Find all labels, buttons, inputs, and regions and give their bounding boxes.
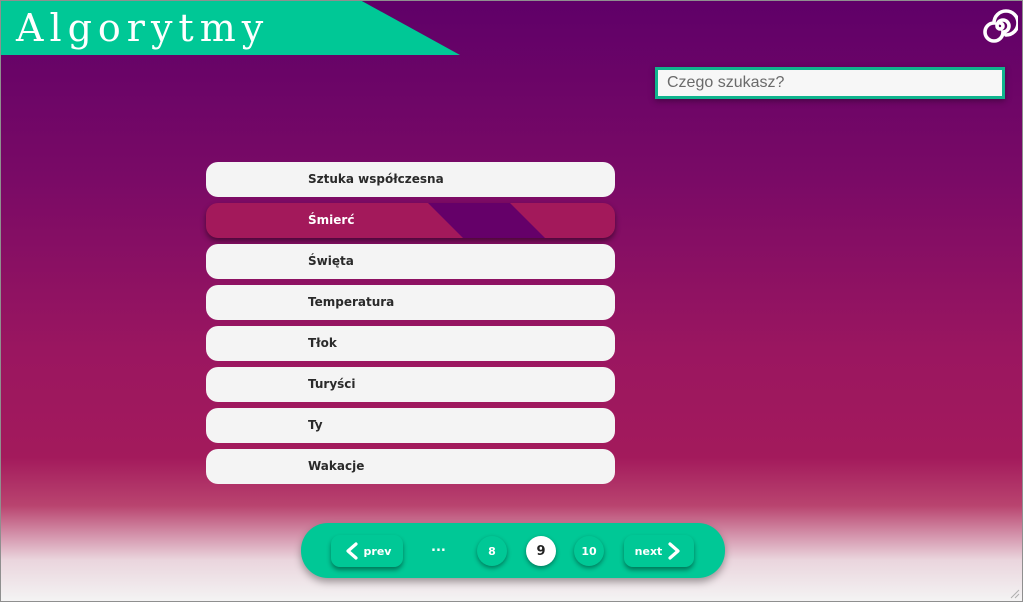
app-title: Algorytmy bbox=[16, 6, 270, 50]
list-item-label: Tłok bbox=[308, 336, 337, 350]
list-item-label: Turyści bbox=[308, 377, 356, 391]
pagination-ellipsis: ... bbox=[431, 540, 446, 555]
list-item[interactable]: Turyści bbox=[206, 367, 615, 402]
list-item[interactable]: Wakacje bbox=[206, 449, 615, 484]
topic-list: Sztuka współczesna Śmierć Święta Tempera… bbox=[206, 162, 615, 490]
chevron-right-icon bbox=[668, 542, 680, 560]
next-label: next bbox=[634, 544, 663, 558]
next-button[interactable]: next bbox=[624, 535, 694, 567]
search-input[interactable] bbox=[655, 67, 1005, 99]
chevron-left-icon bbox=[345, 542, 358, 560]
page-9-button-current[interactable]: 9 bbox=[526, 536, 556, 566]
active-stripe bbox=[428, 203, 545, 238]
list-item[interactable]: Święta bbox=[206, 244, 615, 279]
prev-button[interactable]: prev bbox=[331, 535, 403, 567]
list-item[interactable]: Tłok bbox=[206, 326, 615, 361]
prev-label: prev bbox=[363, 544, 392, 558]
list-item-label: Wakacje bbox=[308, 459, 365, 473]
list-item-label: Ty bbox=[308, 418, 323, 432]
list-item[interactable]: Ty bbox=[206, 408, 615, 443]
page-10-button[interactable]: 10 bbox=[574, 536, 604, 566]
resize-grip-icon[interactable] bbox=[1008, 587, 1020, 599]
list-item[interactable]: Temperatura bbox=[206, 285, 615, 320]
list-item-label: Sztuka współczesna bbox=[308, 172, 444, 186]
list-item-active[interactable]: Śmierć bbox=[206, 203, 615, 238]
list-item-label: Temperatura bbox=[308, 295, 395, 309]
list-item-label: Śmierć bbox=[308, 213, 355, 227]
pagination: prev ... 8 9 10 next bbox=[301, 523, 725, 578]
list-item[interactable]: Sztuka współczesna bbox=[206, 162, 615, 197]
spiral-icon[interactable] bbox=[982, 8, 1018, 44]
list-item-label: Święta bbox=[308, 254, 354, 268]
page-8-button[interactable]: 8 bbox=[477, 536, 507, 566]
